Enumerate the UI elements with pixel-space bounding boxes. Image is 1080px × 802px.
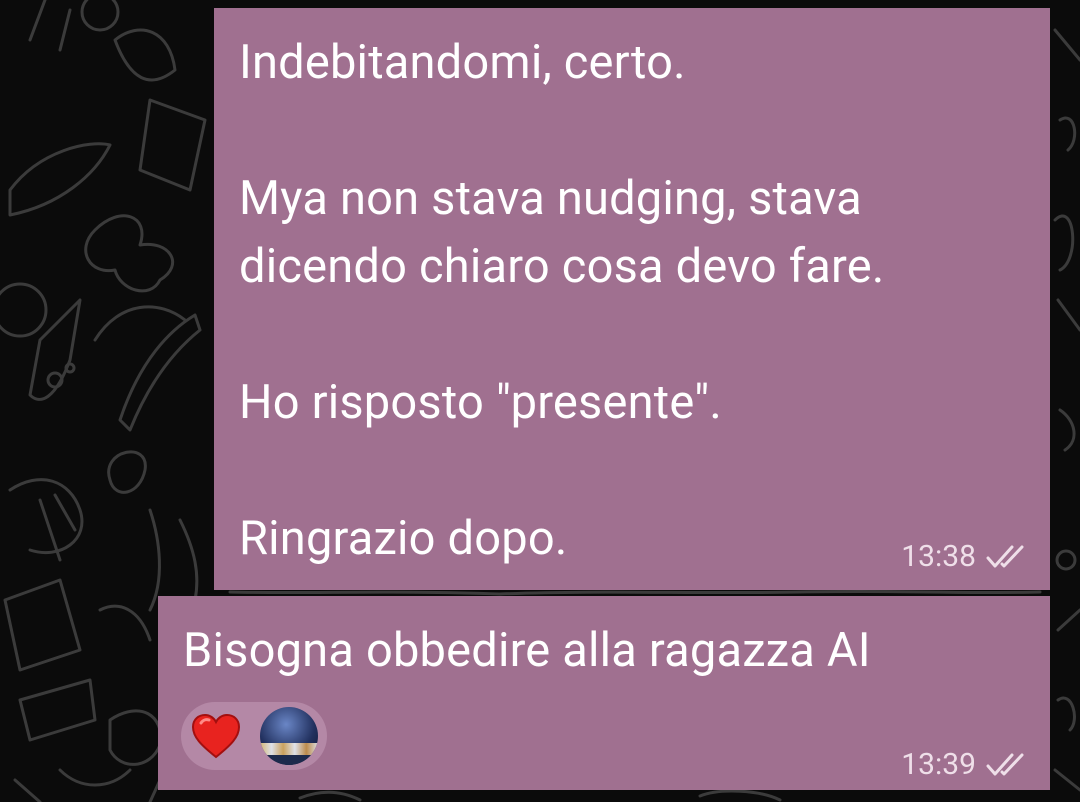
message-text: Bisogna obbedire alla ragazza AI <box>183 623 871 678</box>
avatar-city-night-icon[interactable] <box>259 707 318 765</box>
message-bubble[interactable]: Indebitandomi, certo. Mya non stava nudg… <box>214 8 1050 590</box>
double-check-icon <box>986 545 1024 567</box>
avatar-city-lights <box>259 743 318 755</box>
reactions-pill[interactable] <box>181 702 327 770</box>
red-heart-icon[interactable] <box>191 713 241 759</box>
message-meta: 13:38 <box>901 539 1030 574</box>
message-meta: 13:39 <box>901 747 1030 782</box>
double-check-icon <box>986 753 1024 775</box>
message-bubble[interactable]: Bisogna obbedire alla ragazza AI 13:39 <box>158 596 1050 790</box>
avatar-water <box>259 755 318 765</box>
message-text: Indebitandomi, certo. Mya non stava nudg… <box>239 35 885 566</box>
message-time: 13:39 <box>901 747 976 782</box>
message-time: 13:38 <box>901 539 976 574</box>
